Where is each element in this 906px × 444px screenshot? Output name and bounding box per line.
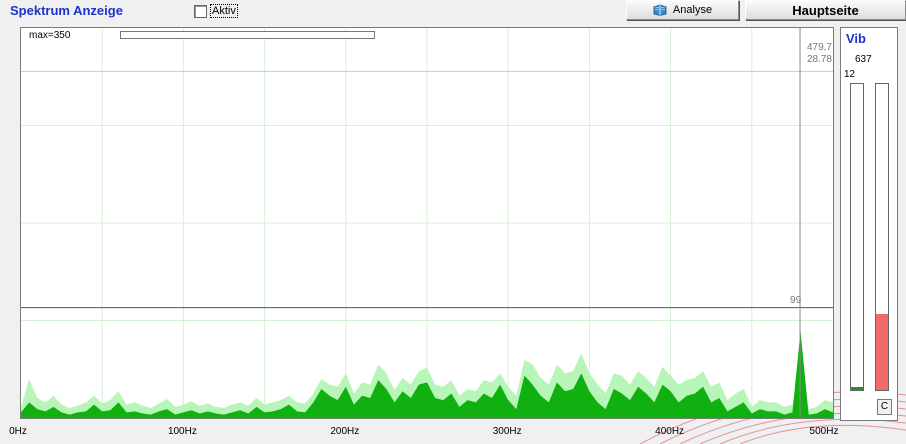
- x-tick-label: 0Hz: [9, 426, 27, 437]
- aktiv-checkbox[interactable]: Aktiv: [194, 4, 238, 18]
- vib-bar-right-fill: [876, 313, 888, 390]
- vib-scale-max: 12: [844, 69, 856, 80]
- checkbox-box[interactable]: [194, 4, 207, 18]
- x-tick-label: 500Hz: [809, 426, 839, 437]
- analyse-button[interactable]: Analyse: [626, 0, 739, 20]
- vib-bar-left-fill: [851, 386, 863, 390]
- cursor-readout: 479,7 28.78: [807, 42, 832, 66]
- hauptseite-label: Hauptseite: [792, 2, 859, 18]
- x-tick-label: 200Hz: [330, 426, 360, 437]
- vib-panel: Vib 637 12 C: [840, 27, 898, 421]
- vib-bar-left: [850, 83, 864, 391]
- page-title: Spektrum Anzeige: [10, 3, 123, 18]
- x-tick-label: 300Hz: [492, 426, 522, 437]
- spectrum-chart: [21, 28, 833, 418]
- max-level-bar: [120, 31, 375, 39]
- vib-bar-right: [875, 83, 889, 391]
- max-label: max=350: [29, 30, 71, 41]
- hauptseite-button[interactable]: Hauptseite: [745, 0, 906, 20]
- x-tick-label: 100Hz: [167, 426, 197, 437]
- aktiv-label[interactable]: Aktiv: [210, 4, 238, 18]
- analyse-label: Analyse: [672, 4, 713, 16]
- cursor-frequency: 479,7: [806, 42, 832, 53]
- peak-line-label: 99: [790, 294, 802, 306]
- c-button[interactable]: C: [877, 399, 892, 415]
- x-tick-label: 400Hz: [655, 426, 685, 437]
- vib-title: Vib: [846, 31, 866, 46]
- book-icon: [653, 4, 667, 16]
- vib-value: 637: [855, 54, 872, 65]
- cursor-amplitude: 28.78: [806, 54, 832, 65]
- spectrum-plot[interactable]: max=350 479,7 28.78 99: [20, 27, 834, 419]
